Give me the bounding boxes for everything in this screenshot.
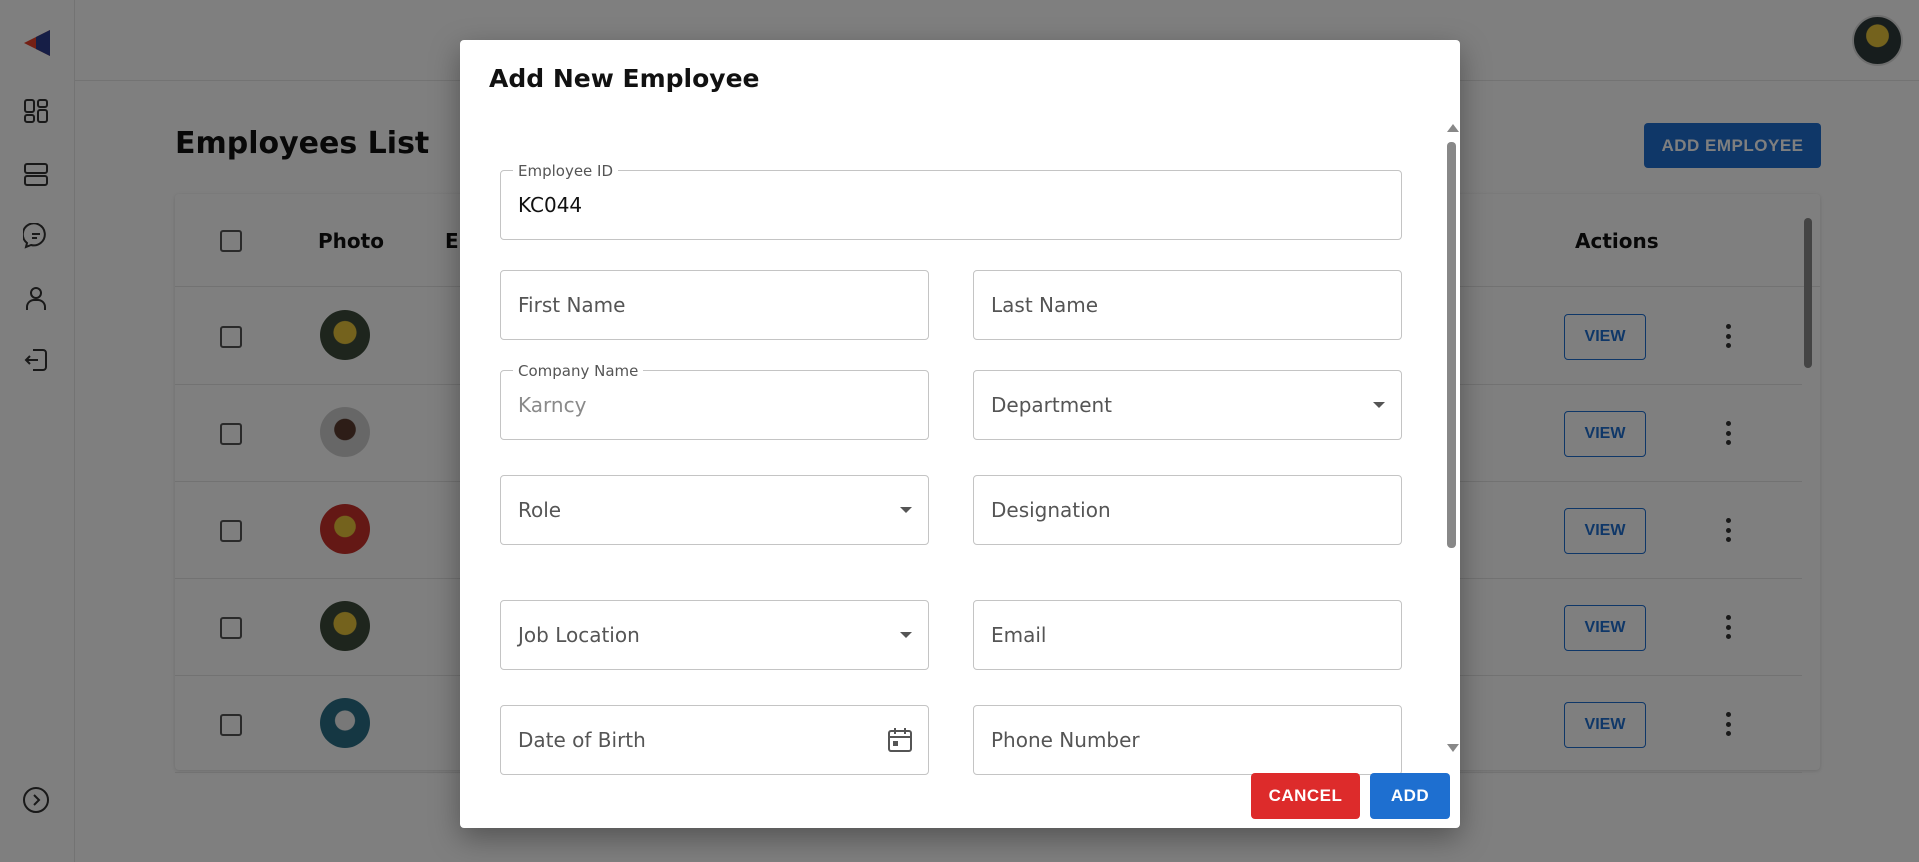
calendar-icon[interactable] [886,726,914,754]
role-placeholder: Role [518,498,562,522]
employee-id-field[interactable]: Employee ID KC044 [500,162,1402,240]
job-location-placeholder: Job Location [518,623,640,647]
employee-id-value: KC044 [518,193,583,217]
phone-number-placeholder: Phone Number [991,728,1140,752]
phone-number-field[interactable]: Phone Number [973,705,1402,775]
last-name-field[interactable]: Last Name [973,270,1402,340]
designation-field[interactable]: Designation [973,475,1402,545]
first-name-placeholder: First Name [518,293,626,317]
employee-id-label: Employee ID [513,162,619,180]
add-button[interactable]: ADD [1370,773,1450,819]
department-select[interactable]: Department [973,370,1402,440]
job-location-select[interactable]: Job Location [500,600,929,670]
email-field[interactable]: Email [973,600,1402,670]
designation-placeholder: Designation [991,498,1111,522]
scrollbar-thumb[interactable] [1447,142,1456,548]
date-of-birth-placeholder: Date of Birth [518,728,646,752]
dialog-scrollbar[interactable] [1445,124,1459,754]
company-name-label: Company Name [513,362,644,380]
add-employee-dialog: Add New Employee Employee ID KC044 First… [460,40,1460,828]
dropdown-arrow-icon [900,632,912,638]
first-name-field[interactable]: First Name [500,270,929,340]
dropdown-arrow-icon [1373,402,1385,408]
scroll-up-arrow-icon[interactable] [1447,124,1459,132]
email-placeholder: Email [991,623,1047,647]
last-name-placeholder: Last Name [991,293,1099,317]
dropdown-arrow-icon [900,507,912,513]
dialog-title: Add New Employee [489,64,760,93]
date-of-birth-field[interactable]: Date of Birth [500,705,929,775]
company-name-value: Karncy [518,393,587,417]
company-name-field[interactable]: Company Name Karncy [500,362,929,440]
cancel-button[interactable]: CANCEL [1251,773,1360,819]
scroll-down-arrow-icon[interactable] [1447,744,1459,752]
role-select[interactable]: Role [500,475,929,545]
dialog-form: Employee ID KC044 First Name Last Name C… [460,120,1460,780]
department-placeholder: Department [991,393,1113,417]
